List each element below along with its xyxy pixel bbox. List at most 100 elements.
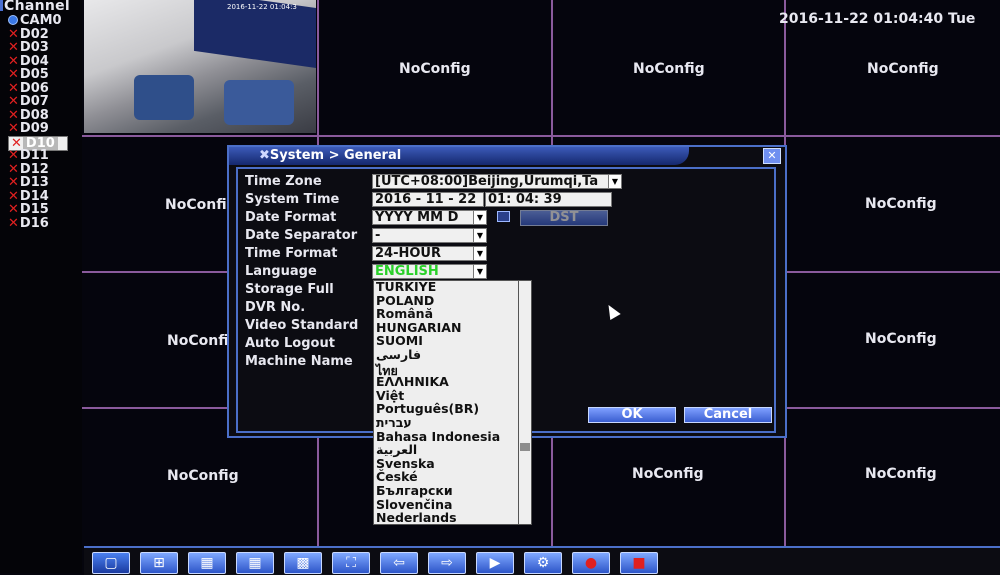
chair-in-feed: [134, 75, 194, 120]
system-time-label: System Time: [245, 192, 340, 207]
auto-logout-label: Auto Logout: [245, 336, 335, 351]
channel-label: CAM0: [20, 13, 62, 28]
channel-header-label: Channel: [4, 0, 71, 14]
bottom-toolbar: ▢ ⊞ ▦ ▦ ▩ ⛶ ⇦ ⇨ ▶ ⚙ ● ■: [84, 546, 1000, 575]
language-dropdown-list[interactable]: TÜRKIYE POLAND Română HUNGARIAN SUOMI فارسی ไท…: [373, 280, 519, 525]
video-standard-label: Video Standard: [245, 318, 359, 333]
noconfig-label: NoConfig: [633, 61, 705, 77]
time-zone-value: [UTC+08:00]Beijing,Urumqi,Ta: [375, 174, 599, 189]
single-view-icon[interactable]: ▢: [92, 552, 130, 574]
language-option[interactable]: Nederlands: [376, 510, 457, 524]
channel-label: D05: [19, 67, 49, 82]
time-format-select[interactable]: 24-HOUR ▼: [372, 246, 487, 261]
close-icon[interactable]: ✕: [763, 148, 781, 164]
time-zone-select[interactable]: [UTC+08:00]Beijing,Urumqi,Ta ▼: [372, 174, 622, 189]
chevron-down-icon: ▼: [473, 229, 486, 242]
dst-checkbox[interactable]: [497, 211, 510, 222]
channel-header: Channel: [0, 0, 70, 14]
record-config-icon[interactable]: ⚙: [524, 552, 562, 574]
playback-icon[interactable]: ▶: [476, 552, 514, 574]
noconfig-label: NoConfig: [399, 61, 471, 77]
time-format-value: 24-HOUR: [375, 246, 441, 261]
storage-full-label: Storage Full: [245, 282, 334, 297]
disconnected-icon: ✕: [8, 67, 19, 82]
language-select[interactable]: ENGLISH ▼: [372, 264, 487, 279]
camera-feed-cam0[interactable]: 2016-11-22 01:04:3: [84, 0, 316, 133]
date-separator-value: -: [375, 228, 381, 243]
cancel-button[interactable]: Cancel: [684, 407, 772, 423]
date-format-select[interactable]: YYYY MM D ▼: [372, 210, 487, 225]
datetime-display: 2016-11-22 01:04:40 Tue: [779, 11, 976, 27]
channel-item-d15[interactable]: ✕ D15: [8, 203, 68, 217]
channel-label: D16: [19, 215, 49, 231]
wrench-icon: ✖: [259, 148, 270, 163]
channel-label: D15: [19, 202, 49, 217]
channel-item-d11[interactable]: ✕ D11: [8, 149, 68, 163]
ok-button[interactable]: OK: [588, 407, 676, 423]
fullscreen-icon[interactable]: ⛶: [332, 552, 370, 574]
eight-view-icon[interactable]: ▦: [188, 552, 226, 574]
dvr-no-label: DVR No.: [245, 300, 306, 315]
sixteen-view-icon[interactable]: ▩: [284, 552, 322, 574]
disconnected-icon: ✕: [8, 215, 19, 231]
disconnected-icon: ✕: [8, 148, 19, 163]
dialog-title-text: System > General: [269, 148, 402, 163]
channel-label: D09: [19, 121, 49, 136]
machine-name-label: Machine Name: [245, 354, 353, 369]
chevron-down-icon: ▼: [608, 175, 621, 188]
noconfig-label: NoConfig: [632, 466, 704, 482]
stop-record-icon[interactable]: ■: [620, 552, 658, 574]
next-icon[interactable]: ⇨: [428, 552, 466, 574]
language-value: ENGLISH: [375, 264, 439, 279]
channel-item-d09[interactable]: ✕ D09: [8, 122, 68, 136]
channel-label: D11: [19, 148, 49, 163]
disconnected-icon: ✕: [8, 40, 19, 55]
disconnected-icon: ✕: [8, 121, 19, 136]
system-date-input[interactable]: 2016 - 11 - 22: [372, 192, 484, 207]
noconfig-label: NoConfi: [167, 333, 229, 349]
previous-icon[interactable]: ⇦: [380, 552, 418, 574]
date-separator-label: Date Separator: [245, 228, 358, 243]
channel-item-cam0[interactable]: CAM0: [8, 14, 68, 28]
date-format-value: YYYY MM D: [375, 210, 459, 225]
noconfig-label: NoConfi: [165, 197, 227, 213]
channel-panel: Channel CAM0 ✕ D02 ✕ D03 ✕ D04 ✕ D05 ✕ D06 ✕ D07 ✕ D08…: [0, 0, 82, 573]
channel-item-d16[interactable]: ✕ D16: [8, 215, 68, 231]
chair-in-feed: [224, 80, 294, 125]
noconfig-label: NoConfig: [865, 196, 937, 212]
system-time-input[interactable]: 01: 04: 39: [485, 192, 612, 207]
chevron-down-icon: ▼: [473, 247, 486, 260]
quad-view-icon[interactable]: ⊞: [140, 552, 178, 574]
camera-icon: [8, 15, 18, 25]
dst-button[interactable]: DST: [520, 210, 608, 226]
channel-item-d05[interactable]: ✕ D05: [8, 68, 68, 82]
grid-divider: [82, 135, 1000, 137]
chevron-down-icon: ▼: [473, 265, 486, 278]
noconfig-label: NoConfig: [167, 468, 239, 484]
noconfig-label: NoConfig: [867, 61, 939, 77]
dialog-title: ✖System > General: [259, 148, 401, 163]
disconnected-icon: ✕: [8, 202, 19, 217]
time-format-label: Time Format: [245, 246, 338, 261]
time-zone-label: Time Zone: [245, 174, 322, 189]
date-separator-select[interactable]: - ▼: [372, 228, 487, 243]
camera-timestamp: 2016-11-22 01:04:3: [227, 3, 297, 11]
language-scrollbar[interactable]: [518, 280, 532, 525]
channel-item-d13[interactable]: ✕ D13: [8, 176, 68, 190]
channel-item-d07[interactable]: ✕ D07: [8, 95, 68, 109]
record-icon[interactable]: ●: [572, 552, 610, 574]
channel-item-d03[interactable]: ✕ D03: [8, 41, 68, 55]
scrollbar-thumb[interactable]: [520, 443, 530, 451]
disconnected-icon: ✕: [8, 94, 19, 109]
noconfig-label: NoConfig: [865, 331, 937, 347]
nine-view-icon[interactable]: ▦: [236, 552, 274, 574]
noconfig-label: NoConfig: [865, 466, 937, 482]
dialog-titlebar: ✖System > General: [229, 147, 689, 165]
channel-label: D07: [19, 94, 49, 109]
channel-label: D13: [19, 175, 49, 190]
channel-label: D03: [19, 40, 49, 55]
date-format-label: Date Format: [245, 210, 337, 225]
language-label: Language: [245, 264, 317, 279]
disconnected-icon: ✕: [8, 175, 19, 190]
chevron-down-icon: ▼: [473, 211, 486, 224]
